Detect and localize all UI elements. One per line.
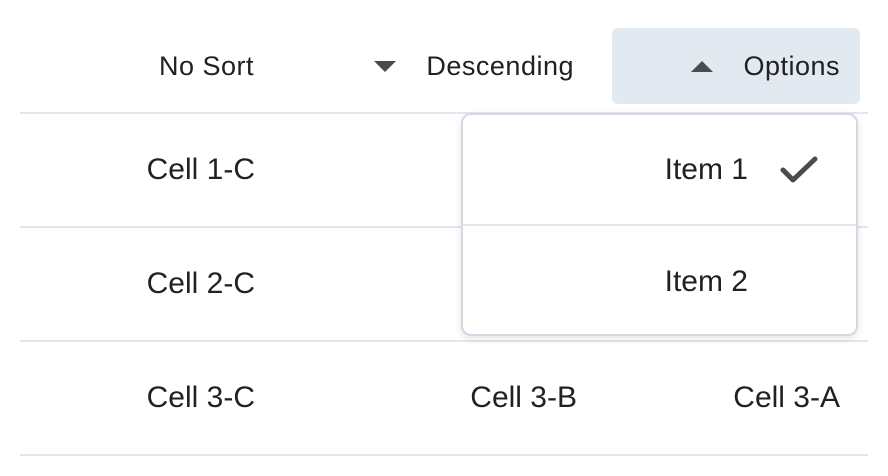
table-cell: Cell 3-A (733, 381, 840, 414)
table-cell: Cell 2-C (146, 267, 255, 300)
dropdown-item-2[interactable]: Item 2 (463, 226, 856, 334)
header-options-label: Options (743, 50, 840, 81)
dropdown-item-label: Item 2 (664, 264, 748, 298)
header-no-sort[interactable]: No Sort (120, 28, 260, 104)
dropdown-item-1[interactable]: Item 1 (463, 115, 856, 226)
table-cell: Cell 3-B (470, 381, 577, 414)
header-no-sort-label: No Sort (158, 50, 254, 81)
table-header-row: No Sort Descending Options (20, 0, 868, 114)
caret-down-icon (374, 60, 397, 72)
sortable-table-page: No Sort Descending Options Cell 1-C Cell… (0, 0, 888, 476)
header-descending-label: Descending (426, 50, 574, 81)
table-cell: Cell 3-C (146, 381, 255, 414)
options-dropdown-menu: Item 1 Item 2 (461, 113, 858, 336)
table-row: Cell 3-C Cell 3-B Cell 3-A (20, 342, 868, 456)
caret-up-icon (691, 60, 714, 72)
dropdown-item-label: Item 1 (664, 152, 748, 186)
header-options[interactable]: Options (612, 28, 860, 104)
header-descending[interactable]: Descending (360, 28, 580, 104)
checkmark-icon (780, 156, 818, 182)
table-cell: Cell 1-C (146, 153, 255, 186)
